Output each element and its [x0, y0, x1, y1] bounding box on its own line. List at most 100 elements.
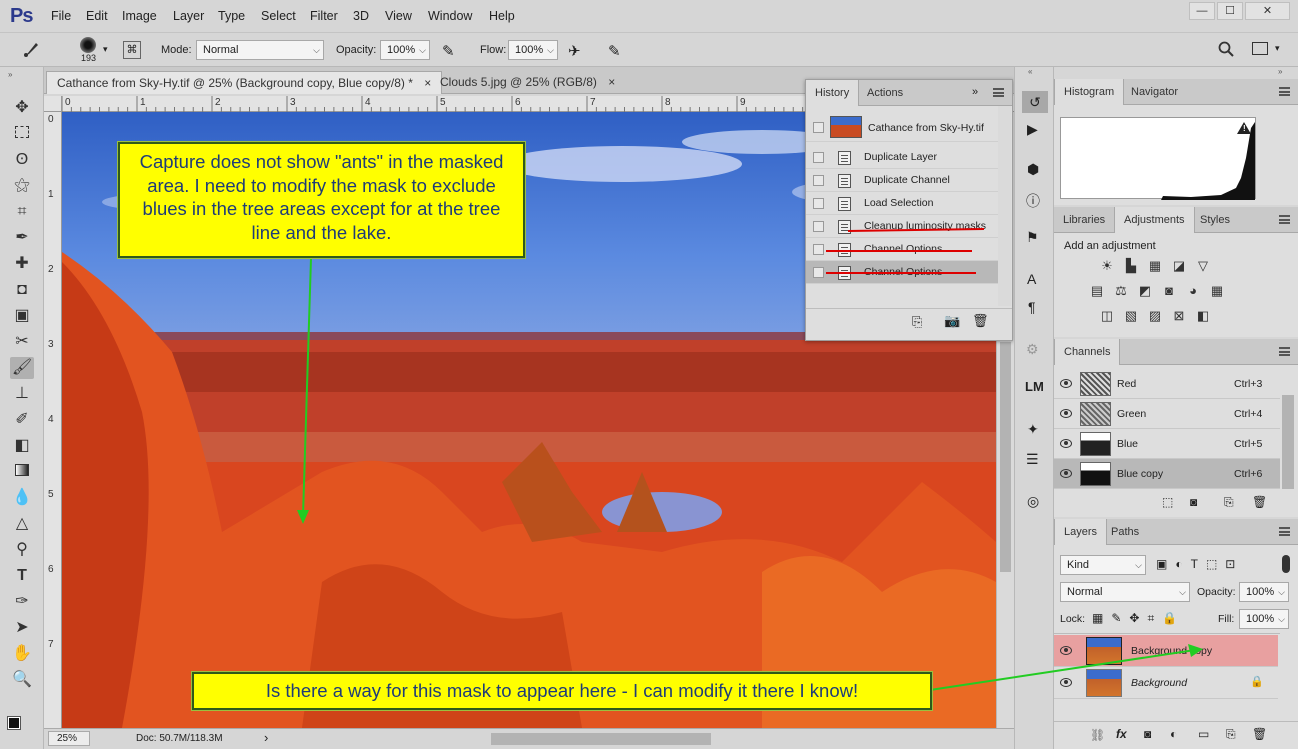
- gradient-icon[interactable]: [10, 461, 34, 483]
- fx-icon[interactable]: fx: [1116, 727, 1127, 741]
- history-panel-icon[interactable]: ↺: [1022, 91, 1048, 113]
- maximize-button[interactable]: ☐: [1217, 2, 1243, 20]
- brush-preset-icon[interactable]: [80, 37, 96, 53]
- tab-histogram[interactable]: Histogram: [1054, 79, 1125, 106]
- tab-cathance[interactable]: Cathance from Sky-Hy.tif @ 25% (Backgrou…: [46, 71, 443, 94]
- color-balance-icon[interactable]: ⚖: [1112, 283, 1130, 299]
- new-document-icon[interactable]: ⎘: [912, 314, 922, 330]
- type-filter-icon[interactable]: T: [1191, 557, 1198, 571]
- properties-icon[interactable]: ☰: [1026, 451, 1039, 468]
- eye-icon[interactable]: [1060, 469, 1072, 478]
- tab-libraries[interactable]: Libraries: [1054, 207, 1114, 233]
- menu-3d[interactable]: 3D: [353, 9, 369, 23]
- blend-mode-select[interactable]: Normal ⌵: [1060, 582, 1190, 602]
- eye-icon[interactable]: [1060, 409, 1072, 418]
- layer-opacity-input[interactable]: 100% ⌵: [1239, 582, 1289, 602]
- channel-row-selected[interactable]: Blue copy Ctrl+6: [1054, 459, 1280, 489]
- workspace-icon[interactable]: [1252, 42, 1268, 55]
- history-scrollbar[interactable]: [998, 106, 1011, 306]
- chevron-down-icon[interactable]: ▾: [103, 44, 108, 55]
- pressure-size-icon[interactable]: ✎: [608, 42, 621, 60]
- menu-filter[interactable]: Filter: [310, 9, 338, 23]
- collapse-icon[interactable]: »: [8, 70, 12, 79]
- tab-adjustments[interactable]: Adjustments: [1114, 207, 1195, 234]
- tab-channels[interactable]: Channels: [1054, 339, 1121, 366]
- layer-row[interactable]: Background 🔒: [1054, 667, 1278, 699]
- pixel-filter-icon[interactable]: ▣: [1156, 557, 1167, 571]
- new-layer-icon[interactable]: ⎘: [1226, 727, 1236, 742]
- ruler-origin[interactable]: [44, 96, 62, 112]
- photo-filter-icon[interactable]: ◙: [1160, 283, 1178, 299]
- collapse-icon[interactable]: »: [1278, 67, 1282, 76]
- trash-icon[interactable]: 🗑: [972, 313, 989, 329]
- collapse-icon[interactable]: «: [1028, 67, 1032, 76]
- shape-filter-icon[interactable]: ⬚: [1206, 557, 1217, 571]
- scrollbar-thumb[interactable]: [1000, 342, 1011, 572]
- tab-navigator[interactable]: Navigator: [1122, 79, 1187, 105]
- brush-tool-icon[interactable]: [22, 41, 40, 59]
- menu-image[interactable]: Image: [122, 9, 157, 23]
- eye-icon[interactable]: [1060, 439, 1072, 448]
- panel-menu-icon[interactable]: [1279, 527, 1290, 536]
- zoom-field[interactable]: 25%: [48, 731, 90, 746]
- curves-icon[interactable]: ▦: [1146, 258, 1164, 274]
- link-icon[interactable]: ⛓: [1090, 728, 1105, 742]
- status-menu-arrow[interactable]: ›: [264, 730, 268, 745]
- lasso-tool-icon[interactable]: ʘ: [10, 149, 34, 171]
- lock-move-icon[interactable]: ✥: [1129, 611, 1139, 626]
- adjustment-layer-icon[interactable]: ◐: [1170, 727, 1177, 741]
- airbrush-icon[interactable]: ✈: [568, 42, 581, 60]
- channel-mixer-icon[interactable]: ◕: [1184, 283, 1202, 299]
- luminosity-icon[interactable]: LM: [1025, 379, 1044, 394]
- smart-object-filter-icon[interactable]: ⊡: [1225, 557, 1235, 571]
- history-checkbox[interactable]: [813, 198, 824, 209]
- marquee-tool-icon[interactable]: [10, 123, 34, 145]
- eye-icon[interactable]: [1060, 678, 1072, 687]
- lock-artboard-icon[interactable]: ⌗: [1147, 611, 1154, 626]
- info-icon[interactable]: ⓘ: [1026, 191, 1040, 211]
- history-checkbox[interactable]: [813, 152, 824, 163]
- ruler-vertical[interactable]: 0 1 2 3 4 5 6 7: [44, 112, 62, 728]
- eye-icon[interactable]: [1060, 646, 1072, 655]
- invert-icon[interactable]: ◫: [1098, 308, 1116, 324]
- paragraph-icon[interactable]: ¶: [1028, 299, 1036, 315]
- threshold-icon[interactable]: ▨: [1146, 308, 1164, 324]
- brightness-icon[interactable]: ☀: [1098, 258, 1116, 274]
- layer-row-selected[interactable]: Background copy: [1054, 635, 1278, 667]
- history-brush-icon[interactable]: ✐: [10, 409, 34, 431]
- minimize-button[interactable]: —: [1189, 2, 1215, 20]
- menu-type[interactable]: Type: [218, 9, 245, 23]
- history-item[interactable]: Duplicate Channel: [806, 169, 998, 192]
- menu-file[interactable]: File: [51, 9, 71, 23]
- save-selection-icon[interactable]: ◙: [1190, 495, 1197, 509]
- tab-layers[interactable]: Layers: [1054, 519, 1108, 546]
- tab-styles[interactable]: Styles: [1191, 207, 1239, 233]
- eyedropper-icon[interactable]: ✒: [10, 227, 34, 249]
- vibrance-icon[interactable]: ▽: [1194, 258, 1212, 274]
- trash-icon[interactable]: 🗑: [1252, 495, 1267, 509]
- character-icon[interactable]: A: [1027, 271, 1036, 287]
- zoom-tool-icon[interactable]: 🔍: [10, 669, 34, 691]
- levels-icon[interactable]: ▙: [1122, 258, 1140, 274]
- dodge-icon[interactable]: ⚲: [10, 539, 34, 561]
- filter-toggle[interactable]: [1282, 555, 1290, 573]
- eye-icon[interactable]: [1060, 379, 1072, 388]
- menu-window[interactable]: Window: [428, 9, 472, 23]
- channel-row[interactable]: Red Ctrl+3: [1054, 369, 1280, 399]
- flow-input[interactable]: 100% ⌵: [508, 40, 558, 60]
- folder-icon[interactable]: ▭: [1198, 727, 1209, 741]
- history-item[interactable]: Duplicate Layer: [806, 146, 998, 169]
- patch-tool-icon[interactable]: ◘: [10, 279, 34, 301]
- history-item-current[interactable]: Channel Options: [806, 261, 998, 284]
- panel-menu-icon[interactable]: [1279, 347, 1290, 356]
- crop-tool-icon[interactable]: ⌗: [10, 201, 34, 223]
- 3d-icon[interactable]: ⬢: [1027, 161, 1039, 178]
- clone-source-icon[interactable]: ⚑: [1026, 229, 1039, 246]
- chevron-down-icon[interactable]: ▾: [1275, 43, 1280, 54]
- opacity-input[interactable]: 100% ⌵: [380, 40, 430, 60]
- history-checkbox[interactable]: [813, 221, 824, 232]
- menu-edit[interactable]: Edit: [86, 9, 108, 23]
- lock-paint-icon[interactable]: ✎: [1111, 611, 1121, 626]
- search-icon[interactable]: [1218, 41, 1234, 57]
- healing-brush-icon[interactable]: ✚: [10, 253, 34, 275]
